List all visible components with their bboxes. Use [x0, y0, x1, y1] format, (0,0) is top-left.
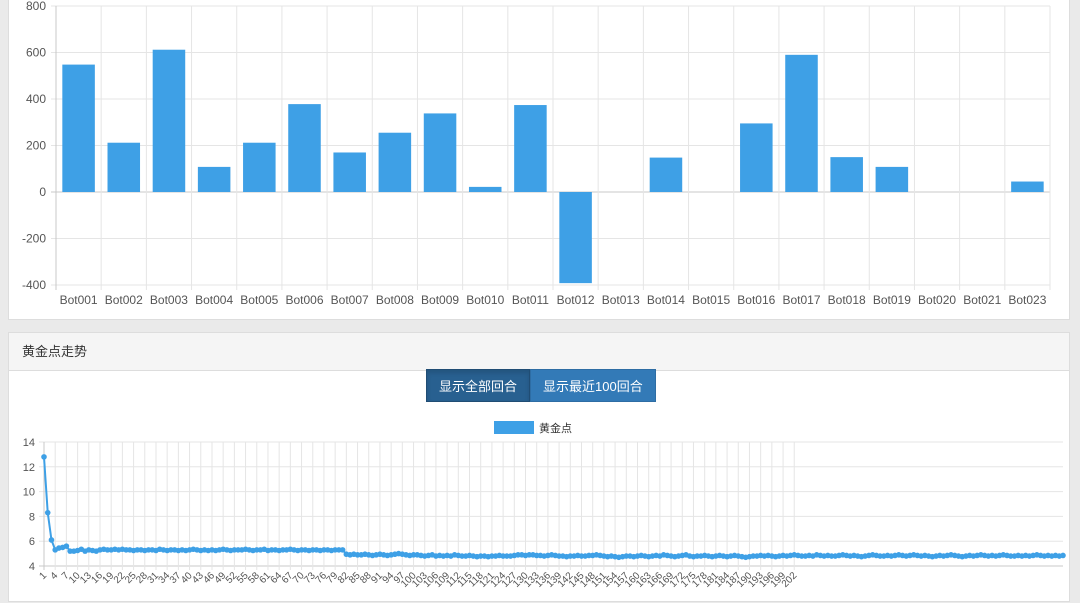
bar [243, 142, 276, 192]
x-tick-label: Bot003 [150, 293, 188, 307]
score-bar-chart: 800 600 400 200 0 -200 -400 Bot001 Bot002 Bot003 B… [22, 0, 1051, 307]
x-tick-label: Bot002 [105, 293, 143, 307]
x-tick-label: Bot011 [512, 293, 549, 307]
trend-panel: 黄金点走势 显示全部回合 显示最近100回合 黄金点 14 12 10 8 6 4 1 4 7 10… [8, 332, 1070, 602]
x-tick-label: Bot018 [828, 293, 866, 307]
y-tick-label: 600 [26, 46, 46, 60]
x-tick-label: 1 [37, 570, 49, 582]
y-tick-label: 400 [26, 92, 46, 106]
x-tick-label: Bot015 [692, 293, 730, 307]
x-tick-label: Bot020 [918, 293, 956, 307]
bar [468, 186, 502, 192]
bar [740, 123, 773, 192]
x-tick-label: Bot013 [602, 293, 640, 307]
bar [197, 166, 231, 192]
y-tick-label: -200 [22, 232, 46, 246]
legend-swatch [494, 421, 534, 434]
score-panel: 800 600 400 200 0 -200 -400 Bot001 Bot002 Bot003 B… [8, 0, 1070, 320]
y-tick-label: 10 [23, 487, 35, 499]
y-tick-label: 0 [39, 185, 46, 199]
data-point [63, 543, 70, 549]
y-tick-label: 800 [26, 0, 46, 13]
bar [649, 157, 683, 192]
y-tick-label: 4 [29, 561, 35, 573]
bar [378, 132, 412, 192]
y-tick-label: 12 [23, 462, 35, 474]
x-tick-label: Bot012 [557, 293, 595, 307]
series-line [43, 456, 1064, 559]
x-tick-label: Bot014 [647, 293, 685, 307]
bar [423, 113, 457, 192]
y-tick-label: 8 [29, 511, 35, 523]
x-tick-label: Bot016 [737, 293, 775, 307]
y-tick-label: 6 [29, 536, 35, 548]
x-tick-label: Bot021 [963, 293, 1001, 307]
x-tick-label: Bot017 [782, 293, 820, 307]
x-tick-label: 4 [49, 570, 61, 582]
data-point [48, 537, 55, 543]
golden-point-line-chart: 黄金点1412108641 4 71013161922252831343740434… [23, 421, 1066, 590]
bar [107, 142, 141, 192]
legend-label: 黄金点 [539, 421, 572, 435]
x-tick-label: Bot010 [466, 293, 504, 307]
bar [333, 152, 366, 192]
x-tick-label: Bot008 [376, 293, 414, 307]
x-tick-label: Bot006 [285, 293, 323, 307]
x-tick-label: Bot023 [1008, 293, 1046, 307]
y-tick-label: -400 [22, 278, 46, 292]
bar [152, 49, 186, 193]
bar [559, 192, 592, 284]
bar [875, 166, 909, 192]
x-tick-label: Bot001 [60, 293, 98, 307]
bar [1011, 181, 1044, 192]
bar [514, 105, 547, 192]
y-tick-label: 200 [26, 139, 46, 153]
bar [830, 157, 863, 192]
bar [62, 64, 95, 192]
data-point [339, 547, 346, 553]
data-point [41, 454, 47, 460]
x-tick-label: Bot004 [195, 293, 233, 307]
x-tick-label: Bot019 [873, 293, 911, 307]
bar [288, 104, 321, 192]
y-tick-label: 14 [23, 437, 35, 449]
x-tick-label: Bot009 [421, 293, 459, 307]
x-tick-label: Bot005 [240, 293, 278, 307]
bar [785, 54, 818, 193]
data-point [44, 509, 51, 516]
x-tick-label: Bot007 [331, 293, 369, 307]
data-point [1060, 552, 1066, 559]
